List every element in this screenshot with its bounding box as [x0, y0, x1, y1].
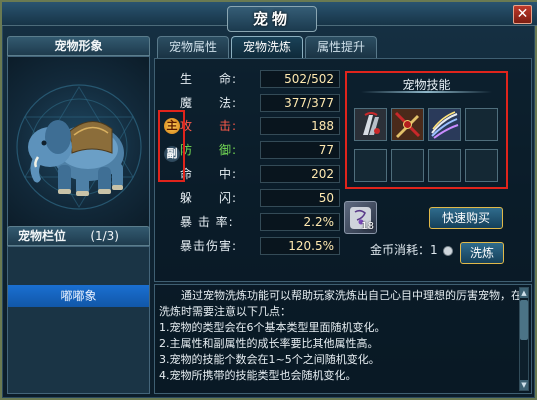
stat-crit-damage: 暴击伤害: 120.5%	[180, 237, 340, 255]
tab-pet-refine[interactable]: 宠物洗炼	[231, 36, 303, 58]
pet-window: 宠物 ✕ 宠物形象 宠物栏位 (1/3) 嘟嘟象 宠物属性 宠物洗炼 属性提升 …	[0, 0, 537, 400]
stat-value: 188	[260, 117, 340, 135]
stat-value: 377/377	[260, 94, 340, 112]
main-attribute-icon: 主	[164, 118, 180, 134]
stat-label: 躲 闪:	[180, 191, 238, 205]
stat-hp: 生 命: 502/502	[180, 70, 340, 88]
stat-defense: 防 御: 77	[180, 141, 340, 159]
stat-attack: 攻 击: 188	[180, 117, 340, 135]
role-markers: 主 副	[158, 110, 185, 182]
description-point: 4.宠物所携带的技能类型也会随机变化。	[159, 369, 357, 382]
coin-cost-value: 1	[430, 243, 438, 257]
refine-item-count: 18	[361, 221, 374, 232]
skill-slot-1[interactable]	[354, 108, 387, 141]
stat-label: 命 中:	[180, 167, 238, 181]
stat-value: 77	[260, 141, 340, 159]
refine-description: 通过宠物洗炼功能可以帮助玩家洗炼出自己心目中理想的厉害宠物，在洗炼时需要注意以下…	[154, 284, 532, 394]
description-intro: 通过宠物洗炼功能可以帮助玩家洗炼出自己心目中理想的厉害宠物，在洗炼时需要注意以下…	[159, 289, 522, 318]
silver-coin-icon	[443, 245, 454, 256]
pet-slot-list: 嘟嘟象	[7, 246, 150, 394]
description-scrollbar[interactable]: ▲ ▼	[519, 287, 529, 391]
pet-skills-panel: 宠物技能	[345, 71, 508, 189]
stat-label: 魔 法:	[180, 96, 238, 110]
quick-buy-button[interactable]: 快速购买	[429, 207, 503, 229]
description-point: 2.主属性和副属性的成长率要比其他属性高。	[159, 337, 379, 350]
skill-slot-6[interactable]	[391, 149, 424, 182]
stat-mp: 魔 法: 377/377	[180, 94, 340, 112]
description-point: 3.宠物的技能个数会在1~5个之间随机变化。	[159, 353, 380, 366]
skills-title-divider	[361, 91, 492, 93]
scroll-up-icon[interactable]: ▲	[520, 288, 528, 298]
sword-skill-icon	[392, 109, 423, 140]
pet-slot-header: 宠物栏位 (1/3)	[7, 226, 150, 246]
skill-slot-2[interactable]	[391, 108, 424, 141]
pet-slot-count: (1/3)	[90, 229, 119, 243]
stat-crit-rate: 暴 击 率: 2.2%	[180, 213, 340, 231]
refine-button[interactable]: 洗炼	[460, 242, 504, 264]
skill-slot-7[interactable]	[428, 149, 461, 182]
stat-value: 202	[260, 165, 340, 183]
sub-attribute-icon: 副	[164, 146, 180, 162]
scroll-down-icon[interactable]: ▼	[520, 380, 528, 390]
scroll-thumb[interactable]	[520, 300, 528, 340]
refine-item-slot[interactable]: 18	[344, 201, 377, 234]
coin-cost: 金币消耗：1	[370, 242, 454, 258]
stat-value: 2.2%	[260, 213, 340, 231]
stat-hit: 命 中: 202	[180, 165, 340, 183]
description-point: 1.宠物的类型会在6个基本类型里面随机变化。	[159, 321, 386, 334]
pet-slot-title: 宠物栏位	[18, 229, 67, 243]
pet-model-view	[7, 56, 150, 236]
skill-slot-5[interactable]	[354, 149, 387, 182]
close-button[interactable]: ✕	[513, 5, 532, 24]
stat-value: 120.5%	[260, 237, 340, 255]
coin-cost-label: 金币消耗：	[370, 243, 431, 257]
pet-slot-item[interactable]: 嘟嘟象	[8, 285, 149, 307]
tab-attribute-upgrade[interactable]: 属性提升	[305, 36, 377, 58]
tab-pet-attributes[interactable]: 宠物属性	[157, 36, 229, 58]
skill-slot-8[interactable]	[465, 149, 498, 182]
stat-label: 暴击伤害:	[180, 239, 238, 253]
slash-skill-icon	[429, 109, 460, 140]
left-panel: 宠物形象 宠物栏位 (1/3) 嘟嘟象	[7, 36, 150, 394]
skill-slot-3[interactable]	[428, 108, 461, 141]
stat-dodge: 躲 闪: 50	[180, 189, 340, 207]
stat-label: 生 命:	[180, 72, 238, 86]
stat-label: 防 御:	[180, 143, 238, 157]
pet-view-header: 宠物形象	[7, 36, 150, 56]
pet-elephant-image	[16, 84, 142, 210]
stat-label: 攻 击:	[180, 119, 238, 133]
stat-value: 50	[260, 189, 340, 207]
stat-value: 502/502	[260, 70, 340, 88]
skill-slot-4[interactable]	[465, 108, 498, 141]
claw-skill-icon	[355, 109, 386, 140]
stat-label: 暴 击 率:	[180, 215, 234, 229]
window-title: 宠物	[227, 6, 317, 32]
